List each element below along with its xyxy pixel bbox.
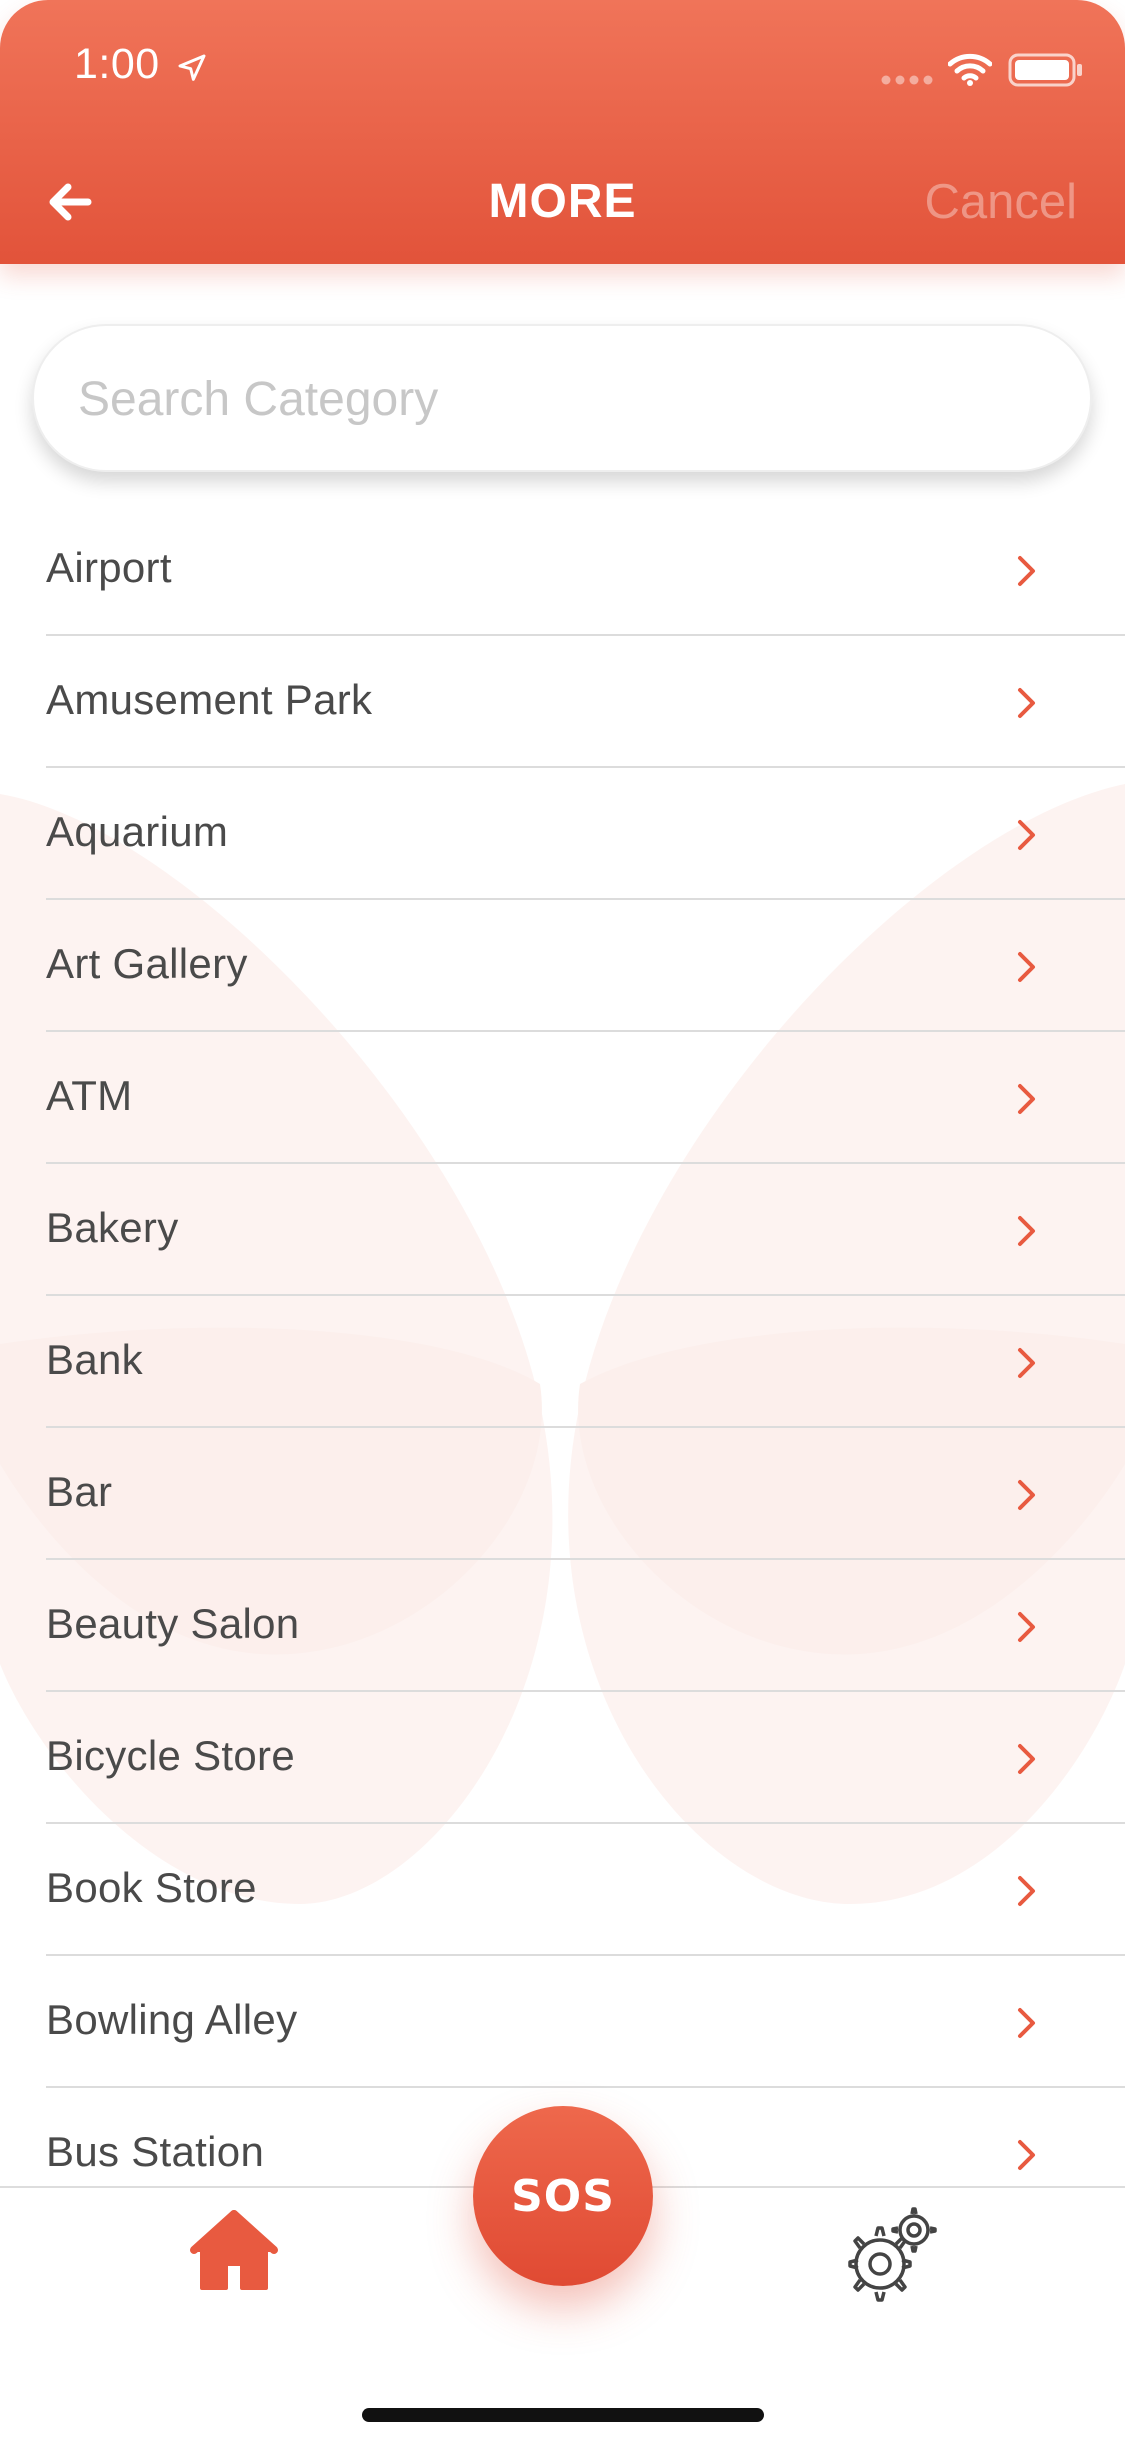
chevron-right-icon <box>1018 2008 1035 2038</box>
chevron-right-icon <box>1018 1612 1035 1642</box>
category-row[interactable]: Book Store <box>0 1824 1125 1956</box>
category-label: Bar <box>46 1468 113 1515</box>
chevron-right-icon <box>1018 2140 1035 2170</box>
gear-icon[interactable] <box>844 2206 940 2302</box>
category-label: Amusement Park <box>46 676 373 723</box>
header: 1:00 MORE Cancel <box>0 0 1125 264</box>
cellular-signal-icon <box>881 75 933 85</box>
location-arrow-icon <box>178 54 206 81</box>
category-row[interactable]: Aquarium <box>0 768 1125 900</box>
category-label: Beauty Salon <box>46 1600 300 1647</box>
category-row[interactable]: Amusement Park <box>0 636 1125 768</box>
category-row[interactable]: Bar <box>0 1428 1125 1560</box>
category-label: Bicycle Store <box>46 1732 295 1779</box>
home-indicator <box>362 2408 764 2422</box>
category-row[interactable]: Art Gallery <box>0 900 1125 1032</box>
category-label: Bank <box>46 1336 143 1383</box>
category-row[interactable]: Bowling Alley <box>0 1956 1125 2088</box>
category-list: Airport Amusement Park Aquarium Art Gallery… <box>0 504 1125 2220</box>
cancel-button[interactable]: Cancel <box>924 174 1077 230</box>
category-label: ATM <box>46 1072 133 1119</box>
category-row[interactable]: Bakery <box>0 1164 1125 1296</box>
category-row[interactable]: Bank <box>0 1296 1125 1428</box>
search-box <box>32 324 1092 472</box>
category-label: Bakery <box>46 1204 179 1251</box>
category-label: Art Gallery <box>46 940 248 987</box>
wifi-icon <box>948 53 992 86</box>
chevron-right-icon <box>1018 556 1035 586</box>
chevron-right-icon <box>1018 952 1035 982</box>
status-time: 1:00 <box>74 40 160 88</box>
category-row[interactable]: Bicycle Store <box>0 1692 1125 1824</box>
category-row[interactable]: Beauty Salon <box>0 1560 1125 1692</box>
search-input[interactable] <box>76 326 1040 472</box>
home-icon[interactable] <box>190 2208 278 2290</box>
chevron-right-icon <box>1018 1084 1035 1114</box>
chevron-right-icon <box>1018 1480 1035 1510</box>
category-row[interactable]: Airport <box>0 504 1125 636</box>
category-row[interactable]: ATM <box>0 1032 1125 1164</box>
chevron-right-icon <box>1018 1348 1035 1378</box>
category-label: Airport <box>46 544 172 591</box>
chevron-right-icon <box>1018 1216 1035 1246</box>
status-bar: 1:00 <box>0 0 1125 140</box>
battery-icon <box>1008 53 1082 87</box>
chevron-right-icon <box>1018 1744 1035 1774</box>
category-label: Bowling Alley <box>46 1996 298 2043</box>
sos-button[interactable]: SOS <box>473 2106 653 2286</box>
nav-bar: MORE Cancel <box>0 140 1125 264</box>
chevron-right-icon <box>1018 820 1035 850</box>
category-label: Book Store <box>46 1864 257 1911</box>
chevron-right-icon <box>1018 1876 1035 1906</box>
category-label: Bus Station <box>46 2128 265 2175</box>
chevron-right-icon <box>1018 688 1035 718</box>
category-label: Aquarium <box>46 808 229 855</box>
